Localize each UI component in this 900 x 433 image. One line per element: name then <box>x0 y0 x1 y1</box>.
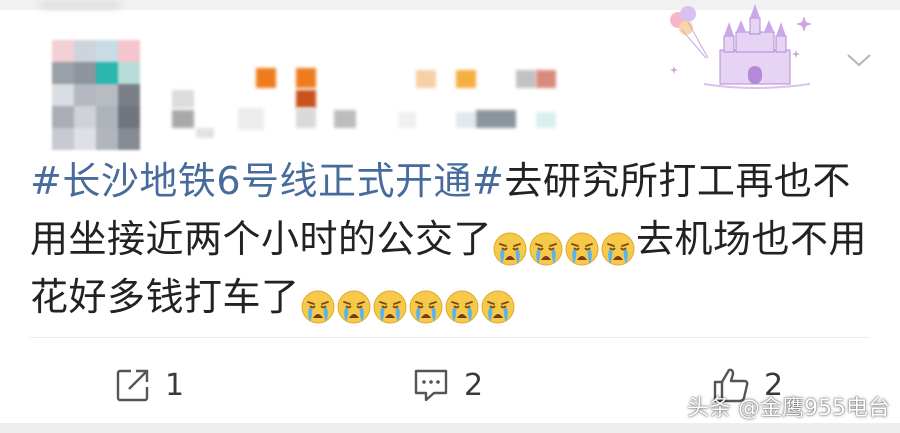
crying-face-emoji-icon <box>301 290 335 324</box>
crying-face-emoji-icon <box>409 290 443 324</box>
chevron-down-icon[interactable] <box>846 52 872 68</box>
bottom-strip <box>0 423 900 433</box>
crying-emoji-group-2 <box>300 276 516 324</box>
avatar[interactable] <box>52 40 140 150</box>
comment-button[interactable]: 2 <box>412 362 483 408</box>
crying-face-emoji-icon <box>373 290 407 324</box>
castle-balloons-sticker-icon <box>670 4 812 89</box>
crying-emoji-group-1 <box>492 218 636 266</box>
comment-bubble-icon <box>414 369 448 402</box>
divider <box>30 337 870 338</box>
crying-face-emoji-icon <box>601 232 635 266</box>
repost-count: 1 <box>165 367 185 403</box>
crying-face-emoji-icon <box>481 290 515 324</box>
crying-face-emoji-icon <box>337 290 371 324</box>
post-content: #长沙地铁6号线正式开通#去研究所打工再也不用坐接近两个小时的公交了 去机场也不用… <box>30 152 880 326</box>
comment-count: 2 <box>464 367 484 403</box>
crying-face-emoji-icon <box>565 232 599 266</box>
watermark: 头条 @金鹰955电台 <box>687 396 890 421</box>
crying-face-emoji-icon <box>493 232 527 266</box>
crying-face-emoji-icon <box>529 232 563 266</box>
crying-face-emoji-icon <box>445 290 479 324</box>
topic-link[interactable]: #长沙地铁6号线正式开通# <box>30 159 504 203</box>
repost-button[interactable]: 1 <box>115 362 184 408</box>
share-arrow-icon <box>116 369 149 402</box>
